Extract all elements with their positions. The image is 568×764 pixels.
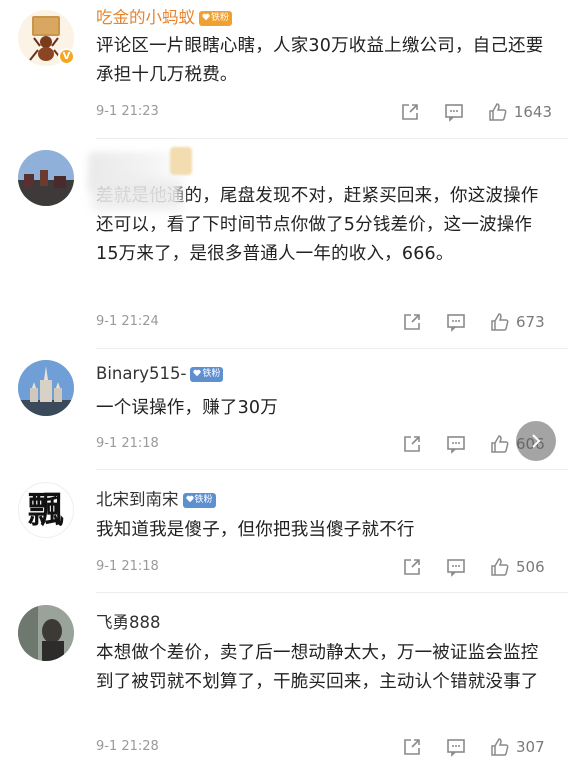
blurred-badge xyxy=(170,147,192,175)
fan-badge-label: 铁粉 xyxy=(194,495,213,505)
username-text: 北宋到南宋 xyxy=(96,490,179,509)
avatar[interactable]: 飄 xyxy=(18,482,74,538)
fan-badge-label: 铁粉 xyxy=(211,13,230,23)
comment-actions: 673 xyxy=(402,311,552,333)
divider xyxy=(96,592,568,593)
share-icon[interactable] xyxy=(402,737,422,757)
like-count: 506 xyxy=(516,558,545,576)
comment-username[interactable]: 飞勇888 xyxy=(96,609,161,633)
comment-icon[interactable] xyxy=(444,102,464,122)
comment-time: 9-1 21:18 xyxy=(96,436,159,451)
divider xyxy=(96,469,568,470)
heart-icon xyxy=(202,13,210,21)
comment-text: 评论区一片眼瞎心瞎，人家30万收益上缴公司，自己还要承担十几万税费。 xyxy=(96,36,544,85)
blurred-text-mask xyxy=(92,180,182,210)
share-icon[interactable] xyxy=(400,102,420,122)
like-icon[interactable] xyxy=(490,312,510,332)
scroll-indicator[interactable] xyxy=(516,421,556,461)
like-count: 307 xyxy=(516,738,545,756)
comment-time: 9-1 21:23 xyxy=(96,104,159,119)
comment-actions: 307 xyxy=(402,736,552,758)
like-icon[interactable] xyxy=(490,557,510,577)
fan-badge: 铁粉 xyxy=(190,367,224,382)
comment-icon[interactable] xyxy=(446,312,466,332)
chevron-right-icon xyxy=(532,434,541,448)
fan-badge: 铁粉 xyxy=(182,493,216,508)
comment-username[interactable]: 吃金的小蚂蚁 铁粉 xyxy=(96,4,233,28)
comment-username[interactable]: Binary515- 铁粉 xyxy=(96,364,224,383)
avatar[interactable] xyxy=(18,150,74,206)
avatar[interactable] xyxy=(18,605,74,661)
comment-actions: 506 xyxy=(402,556,552,578)
comment-text: 本想做个差价，卖了后一想动静太大，万一被证监会监控到了被罚就不划算了，干脆买回来… xyxy=(96,643,539,692)
like-count: 673 xyxy=(516,313,545,331)
comment-text: 一个误操作，赚了30万 xyxy=(96,398,278,418)
fan-badge-label: 铁粉 xyxy=(202,369,221,379)
divider xyxy=(96,138,568,139)
like-icon[interactable] xyxy=(490,434,510,454)
username-text: 飞勇888 xyxy=(96,613,161,632)
share-icon[interactable] xyxy=(402,557,422,577)
comment-text: 我知道我是傻子，但你把我当傻子就不行 xyxy=(96,520,415,540)
comment-time: 9-1 21:18 xyxy=(96,559,159,574)
comment-icon[interactable] xyxy=(446,434,466,454)
like-icon[interactable] xyxy=(488,102,508,122)
like-icon[interactable] xyxy=(490,737,510,757)
username-text: Binary515- xyxy=(96,364,187,383)
comment-time: 9-1 21:24 xyxy=(96,314,159,329)
comment-icon[interactable] xyxy=(446,557,466,577)
avatar[interactable] xyxy=(18,360,74,416)
heart-icon xyxy=(193,369,202,377)
comment-username[interactable]: 北宋到南宋 铁粉 xyxy=(96,486,216,510)
avatar-calligraphy: 飄 xyxy=(27,489,64,531)
comment-time: 9-1 21:28 xyxy=(96,739,159,754)
verified-icon: V xyxy=(58,48,75,65)
share-icon[interactable] xyxy=(402,434,422,454)
like-count: 1643 xyxy=(513,103,552,121)
comment-actions: 1643 xyxy=(400,101,552,123)
comment-icon[interactable] xyxy=(446,737,466,757)
fan-badge: 铁粉 xyxy=(199,11,233,26)
share-icon[interactable] xyxy=(402,312,422,332)
divider xyxy=(96,348,568,349)
heart-icon xyxy=(185,495,194,503)
username-text: 吃金的小蚂蚁 xyxy=(96,8,195,27)
